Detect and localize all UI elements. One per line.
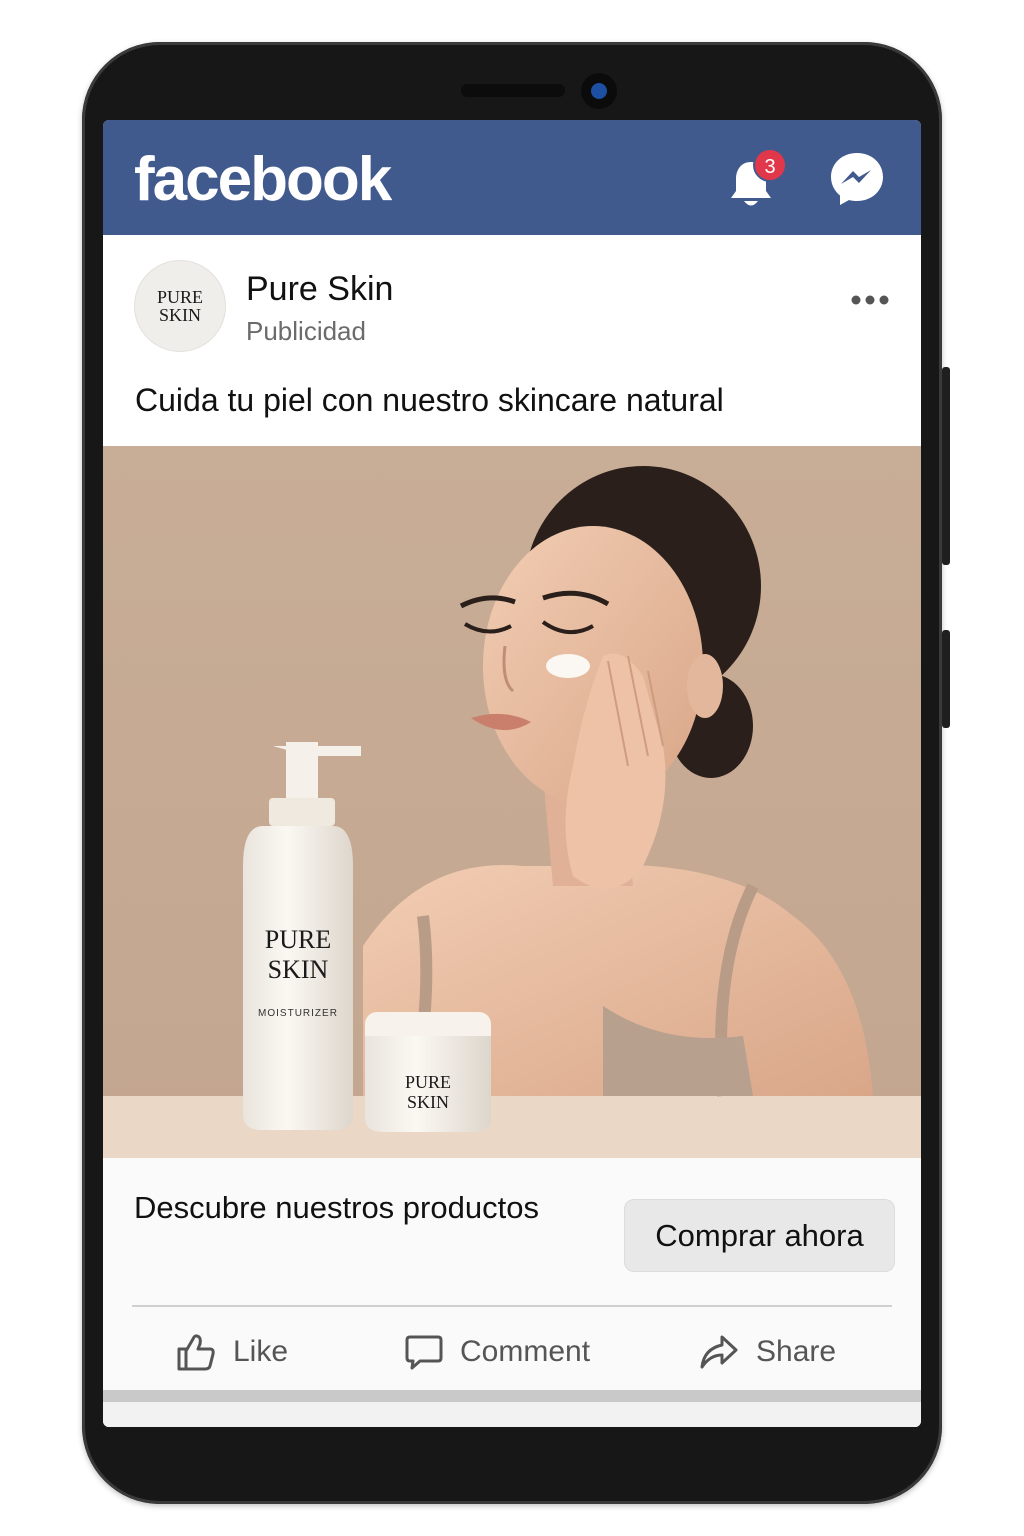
share-label: Share xyxy=(756,1335,837,1368)
comment-label: Comment xyxy=(460,1335,591,1368)
post-caption: Cuida tu piel con nuestro skincare natur… xyxy=(135,382,724,418)
facebook-topbar: facebook 3 xyxy=(103,120,921,235)
messenger-icon[interactable] xyxy=(829,151,885,207)
like-label: Like xyxy=(233,1335,289,1368)
actions-divider xyxy=(132,1305,892,1307)
bottle-product-label: MOISTURIZER xyxy=(258,1008,338,1019)
front-camera xyxy=(581,73,617,109)
power-button xyxy=(942,630,950,728)
comment-icon xyxy=(405,1335,443,1370)
share-icon xyxy=(700,1335,738,1369)
avatar-text-line1: PURE xyxy=(156,287,203,307)
volume-button xyxy=(942,367,950,565)
page-avatar[interactable]: PURE SKIN xyxy=(134,260,226,352)
earpiece-speaker xyxy=(461,84,565,97)
feed-next-post-edge xyxy=(103,1402,921,1427)
page-name[interactable]: Pure Skin xyxy=(246,270,393,309)
bottle-brand-line2: SKIN xyxy=(268,955,329,984)
sponsored-label: Publicidad xyxy=(246,316,366,346)
share-button[interactable]: Share xyxy=(698,1327,836,1377)
ad-image[interactable]: PURE SKIN MOISTURIZER PURE SKIN xyxy=(103,446,921,1158)
avatar-text-line2: SKIN xyxy=(158,305,201,325)
like-button[interactable]: Like xyxy=(175,1327,288,1377)
like-icon xyxy=(177,1334,215,1371)
bottle-brand-line1: PURE xyxy=(265,925,331,954)
cta-headline: Descubre nuestros productos xyxy=(134,1190,539,1225)
jar-brand-line1: PURE xyxy=(405,1072,451,1092)
buy-now-button[interactable]: Comprar ahora xyxy=(624,1199,895,1272)
jar-brand-line2: SKIN xyxy=(407,1092,449,1112)
more-options-icon[interactable] xyxy=(848,290,892,310)
facebook-logo[interactable]: facebook xyxy=(134,144,392,215)
feed-separator xyxy=(103,1390,921,1402)
comment-button[interactable]: Comment xyxy=(404,1327,590,1377)
notification-badge: 3 xyxy=(753,148,787,182)
phone-screen: facebook 3 PURE SKIN Pure Skin Publicida… xyxy=(103,120,921,1427)
